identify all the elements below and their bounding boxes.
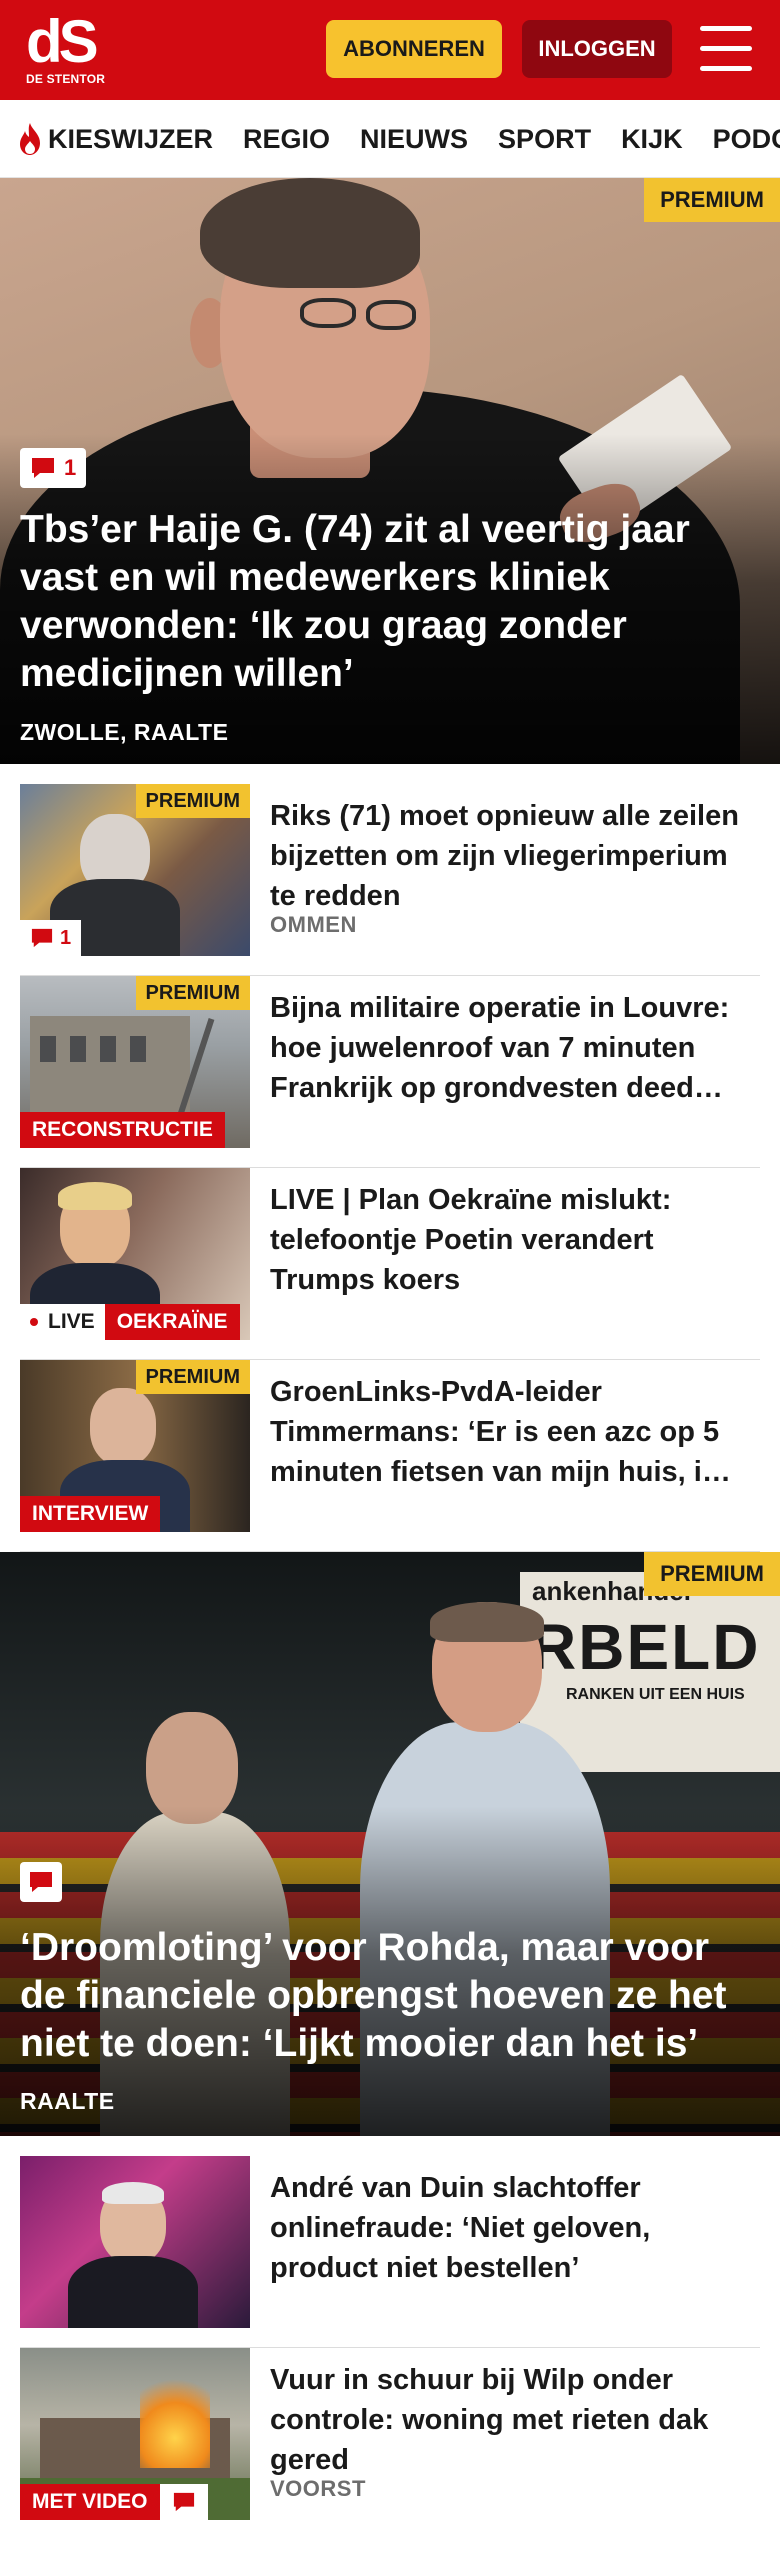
live-badge: LIVE [20, 1304, 105, 1340]
live-label: LIVE [48, 1310, 95, 1333]
comment-badge [20, 1862, 62, 1902]
nav-item-nieuws[interactable]: NIEUWS [360, 124, 468, 155]
category-label: MET VIDEO [20, 2484, 160, 2520]
article-thumbnail: LIVE OEKRAÏNE [20, 1168, 250, 1340]
hero-article-2[interactable]: ankenhandel RBELD RANKEN UIT EEN HUIS PR… [0, 1552, 780, 2136]
article-title[interactable]: André van Duin slachtoffer onlinefraude:… [270, 2168, 760, 2288]
nav-item-kieswijzer[interactable]: KIESWIJZER [16, 122, 213, 156]
article-thumbnail: PREMIUM RECONSTRUCTIE [20, 976, 250, 1148]
article-thumbnail [20, 2156, 250, 2328]
article-location: OMMEN [270, 912, 357, 937]
category-label: OEKRAÏNE [104, 1304, 240, 1340]
article-location: VOORST [270, 2476, 366, 2501]
list-item[interactable]: LIVE OEKRAÏNE LIVE | Plan Oekraïne mislu… [20, 1168, 760, 1360]
comment-icon [173, 2492, 194, 2512]
subscribe-button[interactable]: ABONNEREN [326, 20, 502, 78]
comment-icon [31, 928, 53, 948]
site-logo[interactable]: dS DE STENTOR [26, 12, 116, 88]
article-thumbnail: MET VIDEO [20, 2348, 250, 2520]
comment-icon [32, 458, 54, 478]
list-item[interactable]: PREMIUM INTERVIEW GroenLinks-PvdA-leider… [20, 1360, 760, 1552]
list-item[interactable]: MET VIDEO Vuur in schuur bij Wilp onder … [20, 2348, 760, 2540]
hero-title[interactable]: Tbs’er Haije G. (74) zit al veertig jaar… [20, 506, 760, 698]
hero-title[interactable]: ‘Droomloting’ voor Rohda, maar voor de f… [20, 1924, 760, 2068]
nav-item-regio[interactable]: REGIO [243, 124, 330, 155]
live-dot-icon [30, 1318, 38, 1326]
hamburger-menu-icon[interactable] [700, 26, 752, 72]
article-title[interactable]: Vuur in schuur bij Wilp onder controle: … [270, 2360, 760, 2480]
hero-article-1[interactable]: PREMIUM 1 Tbs’er Haije G. (74) zit al ve… [0, 178, 780, 764]
article-thumbnail: PREMIUM INTERVIEW [20, 1360, 250, 1532]
comment-count-badge: 1 [20, 448, 87, 488]
premium-badge: PREMIUM [644, 178, 780, 222]
premium-badge: PREMIUM [135, 976, 250, 1010]
comment-count: 1 [64, 455, 77, 480]
premium-badge: PREMIUM [135, 1360, 250, 1394]
category-label: INTERVIEW [20, 1496, 161, 1532]
nav-item-podcast[interactable]: PODCAST [713, 124, 780, 155]
comment-count-badge: 1 [20, 920, 82, 956]
video-badge-group: MET VIDEO [20, 2484, 208, 2520]
section-nav: KIESWIJZER REGIO NIEUWS SPORT KIJK PODCA… [0, 100, 780, 178]
live-badge-group: LIVE OEKRAÏNE [20, 1304, 240, 1340]
article-title[interactable]: LIVE | Plan Oekraïne mislukt: telefoontj… [270, 1180, 760, 1300]
premium-badge: PREMIUM [644, 1552, 780, 1596]
nav-label: KIESWIJZER [48, 123, 214, 154]
comment-icon [30, 1872, 52, 1892]
logo-mark: dS [26, 8, 99, 75]
article-title[interactable]: GroenLinks-PvdA-leider Timmermans: ‘Er i… [270, 1372, 760, 1492]
hero-location: ZWOLLE, RAALTE [20, 719, 229, 745]
top-header: dS DE STENTOR ABONNEREN INLOGGEN [0, 0, 780, 100]
list-item[interactable]: André van Duin slachtoffer onlinefraude:… [20, 2156, 760, 2348]
article-title[interactable]: Bijna militaire operatie in Louvre: hoe … [270, 988, 760, 1108]
list-item[interactable]: PREMIUM RECONSTRUCTIE Bijna militaire op… [20, 976, 760, 1168]
article-thumbnail: PREMIUM 1 [20, 784, 250, 956]
article-title[interactable]: Riks (71) moet opnieuw alle zeilen bijze… [270, 796, 760, 916]
flame-icon [20, 123, 40, 155]
comment-badge [159, 2484, 208, 2520]
list-item[interactable]: PREMIUM 1 Riks (71) moet opnieuw alle ze… [20, 784, 760, 976]
nav-item-sport[interactable]: SPORT [498, 124, 591, 155]
nav-item-kijk[interactable]: KIJK [621, 124, 683, 155]
logo-subtitle: DE STENTOR [26, 72, 106, 86]
category-label: RECONSTRUCTIE [20, 1112, 225, 1148]
premium-badge: PREMIUM [135, 784, 250, 818]
hero-location: RAALTE [20, 2088, 115, 2114]
comment-count: 1 [60, 926, 72, 949]
login-button[interactable]: INLOGGEN [522, 20, 672, 78]
